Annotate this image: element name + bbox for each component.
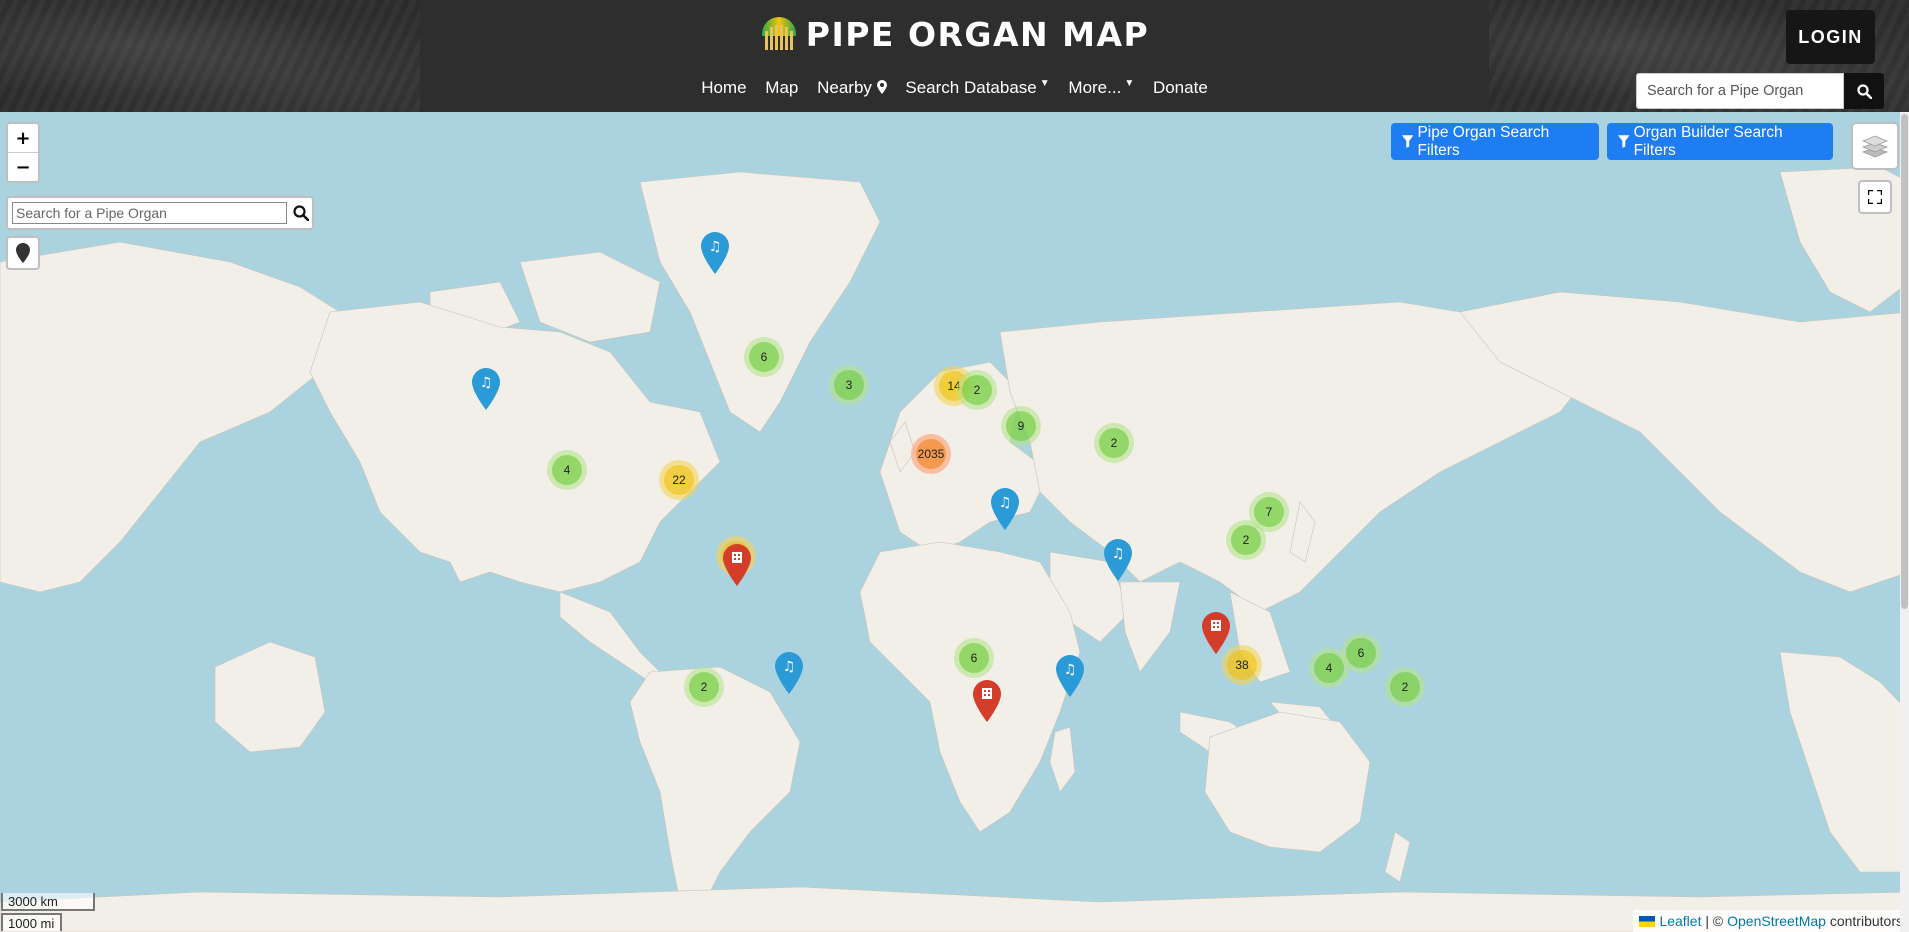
cluster-marker[interactable]: 4	[547, 450, 587, 490]
cluster-count: 2035	[916, 439, 946, 469]
nav-home[interactable]: Home	[701, 78, 746, 97]
attribution-separator: | ©	[1705, 913, 1724, 929]
nav-search-database-label: Search Database	[905, 78, 1037, 97]
cluster-marker[interactable]: 6	[744, 337, 784, 377]
organ-builder-filters-label: Organ Builder Search Filters	[1633, 123, 1783, 159]
music-marker-icon[interactable]: ♫	[990, 488, 1020, 530]
svg-text:♫: ♫	[480, 375, 493, 391]
cluster-count: 6	[749, 342, 779, 372]
svg-text:♫: ♫	[1112, 546, 1125, 562]
building-marker-icon[interactable]	[972, 680, 1002, 722]
svg-text:♫: ♫	[999, 495, 1012, 511]
cluster-marker[interactable]: 2	[684, 667, 724, 707]
site-title-text: PIPE ORGAN MAP	[805, 15, 1150, 54]
site-title[interactable]: PIPE ORGAN MAP	[0, 14, 1909, 54]
search-icon[interactable]	[293, 205, 309, 221]
cluster-marker[interactable]: 3	[829, 365, 869, 405]
nav-more-label: More...	[1068, 78, 1122, 97]
scale-mi: 1000 mi	[1, 913, 62, 931]
cluster-count: 2	[1231, 525, 1261, 555]
cluster-count: 6	[1346, 638, 1376, 668]
cluster-marker[interactable]: 2	[957, 370, 997, 410]
scale-km: 3000 km	[1, 893, 95, 911]
cluster-count: 2	[962, 375, 992, 405]
caret-down-icon: ▼	[1124, 78, 1135, 89]
cluster-marker[interactable]: 6	[1341, 633, 1381, 673]
cluster-count: 2	[1099, 428, 1129, 458]
music-marker-icon[interactable]: ♫	[700, 232, 730, 274]
svg-text:♫: ♫	[783, 659, 796, 675]
music-marker-icon[interactable]: ♫	[1103, 539, 1133, 581]
login-button[interactable]: LOGIN	[1786, 10, 1875, 64]
osm-link[interactable]: OpenStreetMap	[1727, 913, 1826, 929]
zoom-in-button[interactable]: +	[8, 124, 38, 153]
zoom-out-button[interactable]: −	[8, 153, 38, 181]
filter-icon	[1618, 135, 1630, 148]
cluster-count: 3	[834, 370, 864, 400]
cluster-marker[interactable]: 22	[659, 460, 699, 500]
filter-icon	[1402, 135, 1414, 148]
cluster-count: 4	[552, 455, 582, 485]
location-pin-icon	[16, 243, 30, 263]
world-map[interactable]: + − Search for a Pipe Organ Pipe Organ S…	[0, 112, 1909, 932]
leaflet-link[interactable]: Leaflet	[1659, 913, 1701, 929]
cluster-count: 7	[1254, 497, 1284, 527]
cluster-marker[interactable]: 2	[1226, 520, 1266, 560]
cluster-count: 38	[1227, 650, 1257, 680]
locate-me-button[interactable]	[6, 236, 40, 270]
attribution-suffix: contributors	[1829, 913, 1903, 929]
main-nav: Home Map Nearby Search Database ▼ More...…	[0, 78, 1909, 98]
map-land-layer	[0, 166, 1909, 932]
header-search-input[interactable]: Search for a Pipe Organ	[1636, 73, 1844, 109]
cluster-count: 6	[959, 643, 989, 673]
header-search: Search for a Pipe Organ	[1636, 73, 1884, 109]
nav-search-database[interactable]: Search Database ▼	[905, 78, 1049, 97]
map-search-input[interactable]: Search for a Pipe Organ	[12, 202, 287, 224]
cluster-marker[interactable]: 9	[1001, 406, 1041, 446]
map-attribution: Leaflet | © OpenStreetMap contributors	[1633, 910, 1909, 932]
nav-nearby-label: Nearby	[817, 78, 872, 97]
music-marker-icon[interactable]: ♫	[774, 652, 804, 694]
cluster-marker[interactable]: 2035	[911, 434, 951, 474]
music-marker-icon[interactable]: ♫	[471, 368, 501, 410]
map-search-control: Search for a Pipe Organ	[6, 196, 314, 230]
cluster-count: 2	[689, 672, 719, 702]
cluster-marker[interactable]: 6	[954, 638, 994, 678]
organ-logo-icon	[761, 17, 796, 50]
nav-map[interactable]: Map	[765, 78, 798, 97]
zoom-control: + −	[6, 122, 40, 183]
pipe-organ-filters-label: Pipe Organ Search Filters	[1417, 123, 1550, 159]
cluster-marker[interactable]: 2	[1385, 667, 1425, 707]
layers-icon	[1862, 135, 1888, 158]
page-scrollbar[interactable]	[1900, 112, 1909, 932]
building-marker-icon[interactable]	[722, 544, 752, 586]
scrollbar-thumb[interactable]	[1901, 114, 1908, 609]
cluster-count: 2	[1390, 672, 1420, 702]
site-header: PIPE ORGAN MAP Home Map Nearby Search Da…	[0, 0, 1909, 112]
svg-text:♫: ♫	[1064, 662, 1077, 678]
map-marker-icon	[876, 80, 887, 94]
nav-more[interactable]: More... ▼	[1068, 78, 1134, 97]
caret-down-icon: ▼	[1039, 78, 1050, 89]
cluster-marker[interactable]: 2	[1094, 423, 1134, 463]
svg-text:♫: ♫	[709, 239, 722, 255]
organ-builder-filters-button[interactable]: Organ Builder Search Filters	[1607, 123, 1833, 160]
cluster-count: 4	[1314, 653, 1344, 683]
nav-nearby[interactable]: Nearby	[817, 78, 891, 97]
layers-button[interactable]	[1851, 122, 1899, 170]
building-marker-icon[interactable]	[1201, 612, 1231, 654]
fullscreen-icon	[1868, 190, 1882, 204]
pipe-organ-filters-button[interactable]: Pipe Organ Search Filters	[1391, 123, 1599, 160]
fullscreen-button[interactable]	[1858, 180, 1892, 214]
cluster-count: 9	[1006, 411, 1036, 441]
ukraine-flag-icon	[1639, 916, 1656, 927]
nav-donate[interactable]: Donate	[1153, 78, 1208, 97]
cluster-count: 22	[664, 465, 694, 495]
music-marker-icon[interactable]: ♫	[1055, 655, 1085, 697]
header-search-button[interactable]	[1844, 73, 1884, 109]
map-scale: 3000 km 1000 mi	[1, 893, 95, 931]
search-icon	[1856, 83, 1872, 99]
